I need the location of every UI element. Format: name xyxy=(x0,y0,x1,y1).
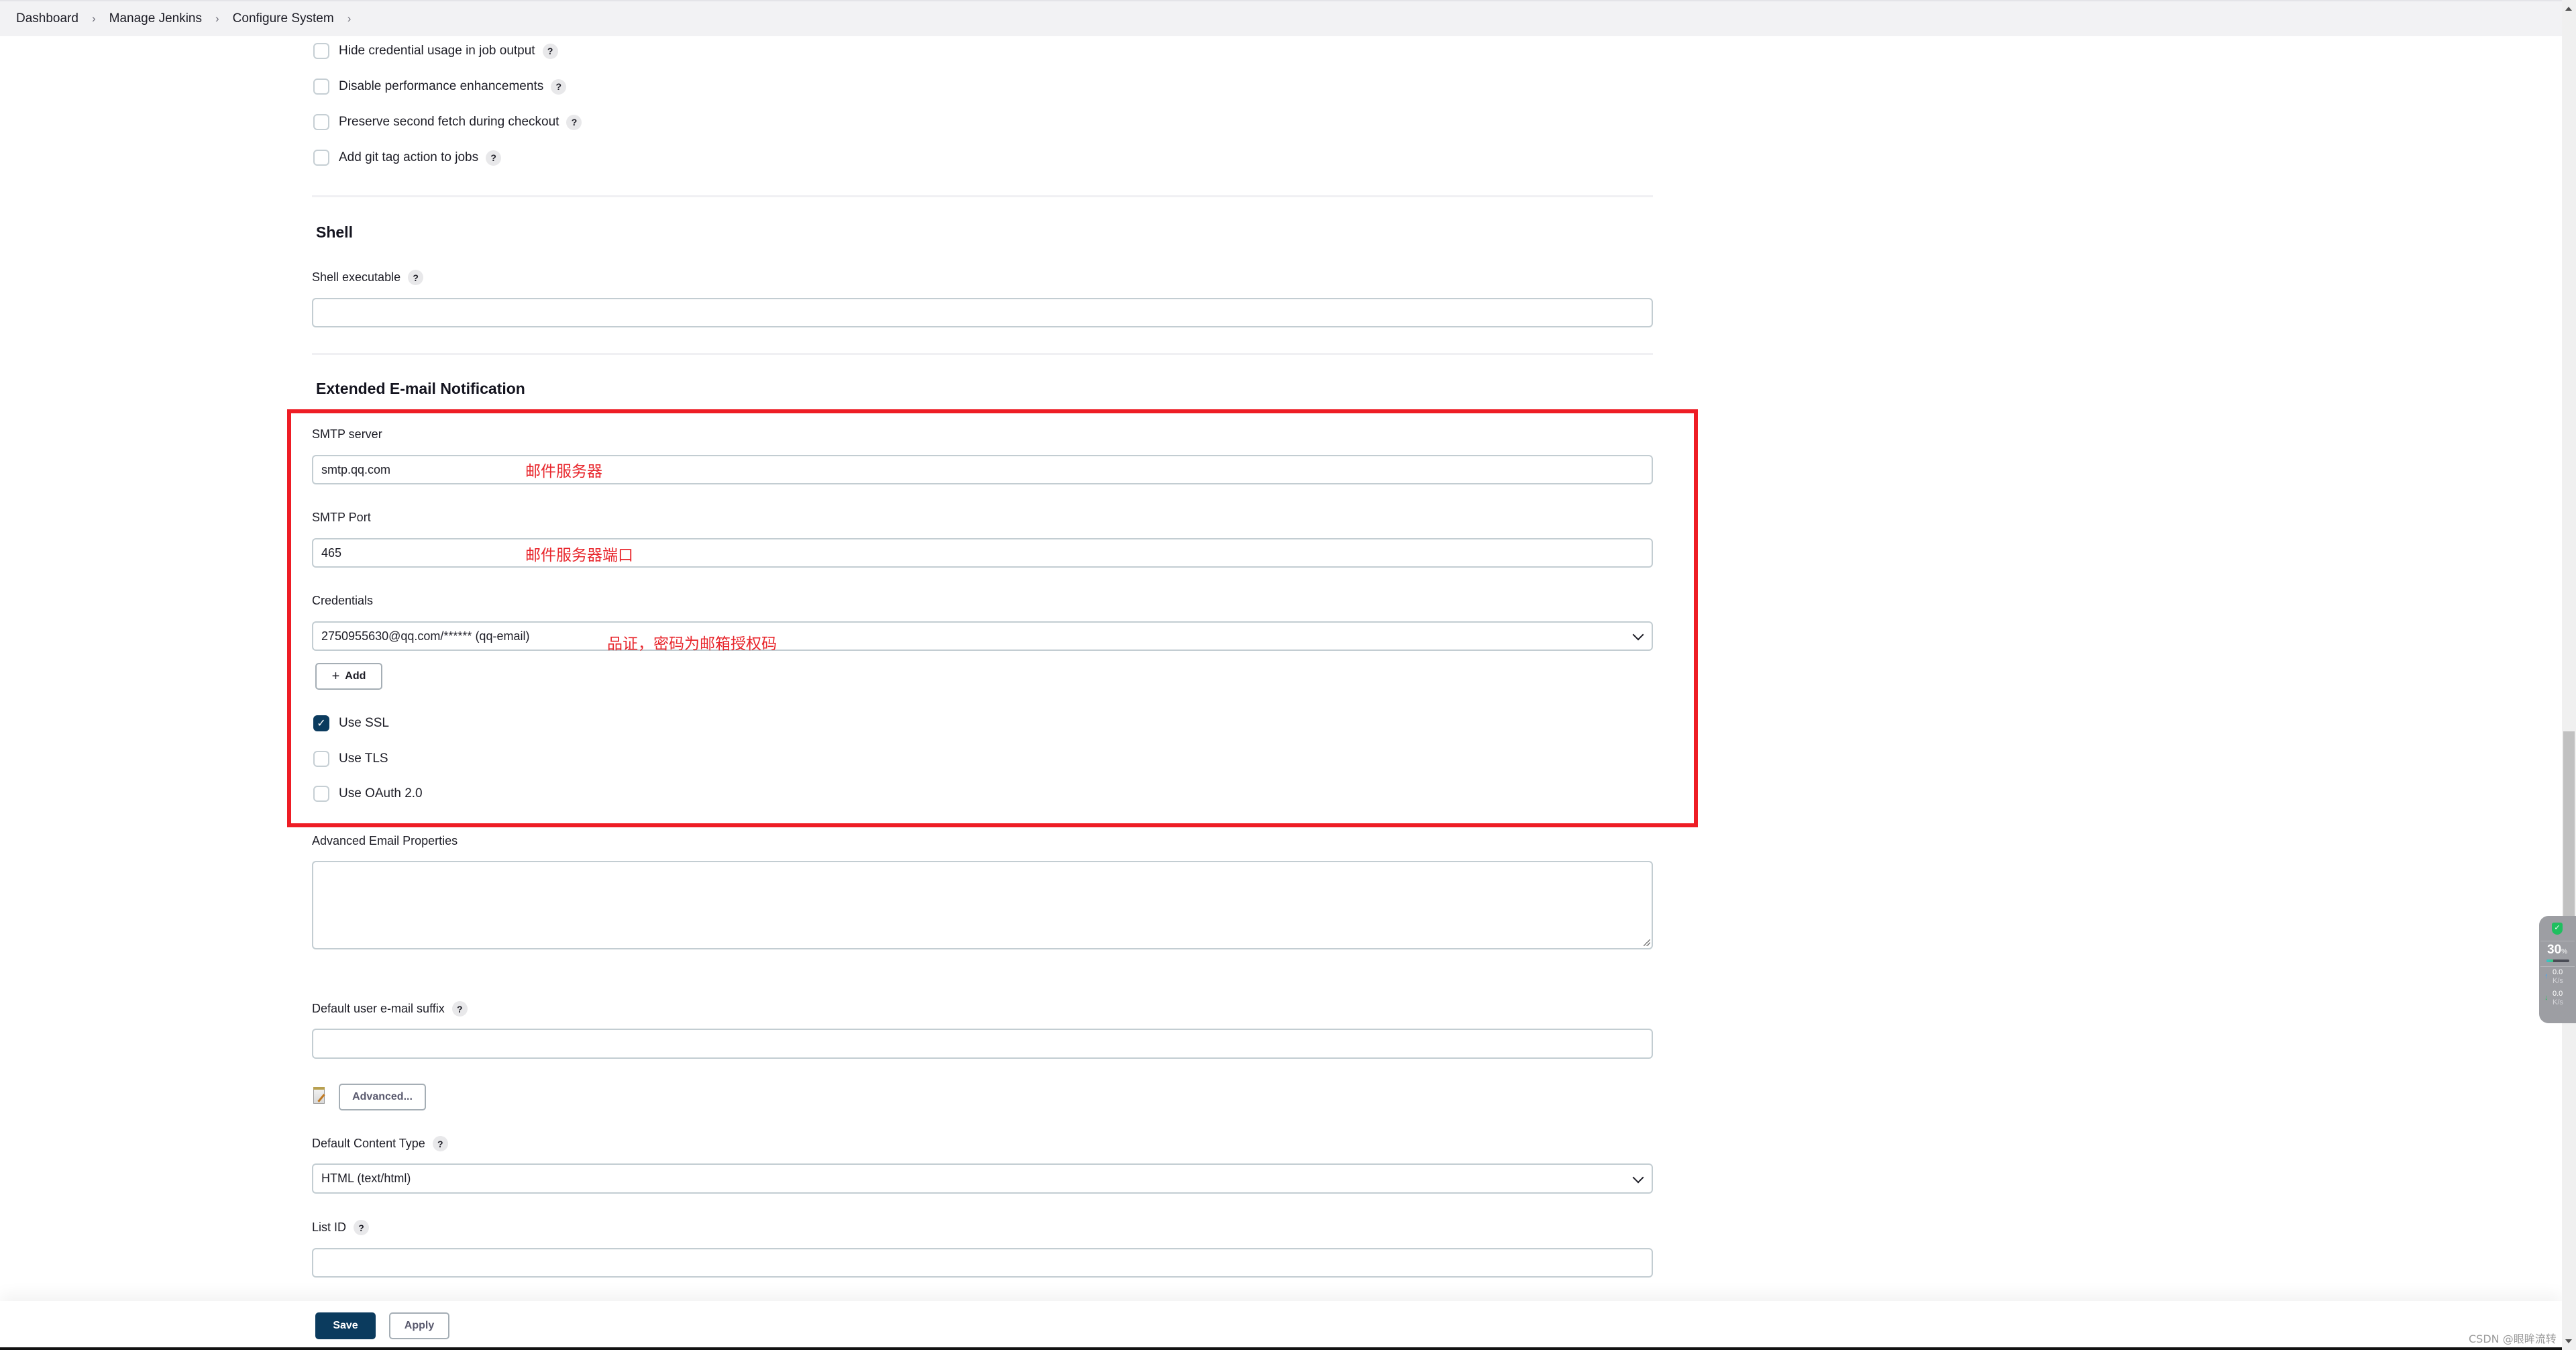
checkbox-label: Hide credential usage in job output xyxy=(339,44,535,58)
breadcrumb-configure-system[interactable]: Configure System xyxy=(233,11,334,26)
save-button[interactable]: Save xyxy=(315,1312,376,1339)
git-option-preserve-second-fetch[interactable]: Preserve second fetch during checkout ? xyxy=(313,112,582,132)
download-arrow-icon: ↓ xyxy=(2544,994,2548,1002)
checkbox-checked[interactable]: ✓ xyxy=(313,715,329,731)
download-unit: K/s xyxy=(2553,998,2563,1006)
use-tls-option[interactable]: Use TLS xyxy=(313,749,388,769)
list-id-label: List ID ? xyxy=(312,1220,370,1235)
resize-handle-icon[interactable] xyxy=(1644,939,1650,946)
upload-value: 0.0 xyxy=(2553,968,2563,976)
smtp-server-label: SMTP server xyxy=(312,427,382,441)
add-credentials-button[interactable]: + Add xyxy=(315,663,382,690)
scroll-up-arrow-icon[interactable] xyxy=(2565,7,2572,11)
breadcrumb: Dashboard › Manage Jenkins › Configure S… xyxy=(16,11,364,26)
section-divider xyxy=(312,353,1653,355)
checkbox[interactable] xyxy=(313,150,329,166)
smtp-port-label: SMTP Port xyxy=(312,511,371,524)
help-icon[interactable]: ? xyxy=(566,114,582,130)
content-type-selected-value: HTML (text/html) xyxy=(321,1172,411,1185)
smtp-port-annotation: 邮件服务器端口 xyxy=(525,547,633,564)
advanced-button[interactable]: Advanced... xyxy=(339,1084,426,1110)
usage-bar-fill xyxy=(2546,959,2554,962)
apply-button[interactable]: Apply xyxy=(389,1312,449,1339)
git-option-hide-credential[interactable]: Hide credential usage in job output ? xyxy=(313,41,558,61)
advanced-email-properties-textarea[interactable] xyxy=(312,861,1653,949)
checkbox[interactable] xyxy=(313,79,329,95)
vertical-scrollbar[interactable] xyxy=(2562,0,2576,1350)
git-option-disable-performance[interactable]: Disable performance enhancements ? xyxy=(313,76,567,97)
usage-percent: 30 xyxy=(2547,943,2562,957)
help-icon[interactable]: ? xyxy=(551,79,567,95)
credentials-annotation: 品证，密码为邮箱授权码 xyxy=(607,635,777,653)
checkbox[interactable] xyxy=(313,43,329,59)
checkbox[interactable] xyxy=(313,751,329,767)
use-oauth-option[interactable]: Use OAuth 2.0 xyxy=(313,784,423,804)
checkbox[interactable] xyxy=(313,786,329,802)
help-icon[interactable]: ? xyxy=(354,1220,370,1235)
checkbox-label: Add git tag action to jobs xyxy=(339,150,479,164)
section-divider xyxy=(312,195,1653,197)
usage-bar xyxy=(2546,959,2569,962)
help-icon[interactable]: ? xyxy=(486,150,502,166)
widget-divider xyxy=(2540,966,2575,967)
checkbox-label: Use OAuth 2.0 xyxy=(339,786,423,800)
download-rate: 0.0 K/s xyxy=(2553,990,2563,1007)
help-icon[interactable]: ? xyxy=(542,43,558,59)
help-icon[interactable]: ? xyxy=(451,1001,468,1017)
usage-percent-unit: % xyxy=(2561,948,2568,955)
chevron-right-icon: › xyxy=(215,12,219,25)
checkbox-label: Use TLS xyxy=(339,751,388,766)
breadcrumb-bar: Dashboard › Manage Jenkins › Configure S… xyxy=(0,0,2562,36)
smtp-server-annotation: 邮件服务器 xyxy=(525,463,602,480)
plus-icon: + xyxy=(331,668,340,684)
checkbox[interactable] xyxy=(313,114,329,130)
advanced-email-properties-label: Advanced Email Properties xyxy=(312,834,458,847)
upload-rate: 0.0 K/s xyxy=(2553,968,2563,986)
scroll-down-arrow-icon[interactable] xyxy=(2565,1339,2572,1343)
download-value: 0.0 xyxy=(2553,990,2563,998)
notepad-icon xyxy=(313,1087,325,1104)
credentials-selected-value: 2750955630@qq.com/****** (qq-email) xyxy=(321,629,530,643)
network-monitor-widget[interactable]: ✓ 30% ↑ 0.0 K/s ↓ 0.0 K/s xyxy=(2539,916,2576,1023)
form-footer-bar xyxy=(0,1301,2562,1347)
shell-section-title: Shell xyxy=(316,223,353,241)
smtp-port-input[interactable]: 465 xyxy=(312,538,1653,568)
smtp-server-input[interactable]: smtp.qq.com xyxy=(312,455,1653,484)
label-text: List ID xyxy=(312,1221,347,1234)
csdn-watermark: CSDN @眼眸流转 xyxy=(2469,1333,2557,1345)
breadcrumb-manage-jenkins[interactable]: Manage Jenkins xyxy=(109,11,202,26)
chevron-right-icon: › xyxy=(91,12,96,25)
shell-executable-label: Shell executable ? xyxy=(312,270,424,285)
help-icon[interactable]: ? xyxy=(432,1136,448,1151)
add-button-label: Add xyxy=(345,670,366,682)
chevron-right-icon[interactable]: › xyxy=(347,12,352,25)
cpu-usage-readout: 30% xyxy=(2547,943,2567,957)
credentials-select[interactable]: 2750955630@qq.com/****** (qq-email) xyxy=(312,621,1653,651)
chevron-down-icon xyxy=(1632,1172,1644,1183)
default-suffix-input[interactable] xyxy=(312,1029,1653,1059)
default-content-type-select[interactable]: HTML (text/html) xyxy=(312,1163,1653,1194)
use-ssl-option[interactable]: ✓ Use SSL xyxy=(313,713,389,733)
default-content-type-label: Default Content Type ? xyxy=(312,1136,448,1151)
shell-executable-input[interactable] xyxy=(312,298,1653,327)
help-icon[interactable]: ? xyxy=(408,270,424,285)
checkbox-label: Preserve second fetch during checkout xyxy=(339,115,559,129)
label-text: Shell executable xyxy=(312,270,401,284)
list-id-input[interactable] xyxy=(312,1248,1653,1278)
upload-arrow-icon: ↑ xyxy=(2544,972,2548,980)
git-option-add-tag-action[interactable]: Add git tag action to jobs ? xyxy=(313,148,502,168)
label-text: Default user e-mail suffix xyxy=(312,1002,445,1015)
shield-check-icon: ✓ xyxy=(2552,923,2563,935)
chevron-down-icon xyxy=(1632,629,1644,641)
breadcrumb-dashboard[interactable]: Dashboard xyxy=(16,11,78,26)
checkbox-label: Use SSL xyxy=(339,716,389,730)
default-suffix-label: Default user e-mail suffix ? xyxy=(312,1001,468,1017)
credentials-label: Credentials xyxy=(312,594,374,607)
label-text: Default Content Type xyxy=(312,1137,425,1150)
upload-unit: K/s xyxy=(2553,977,2563,985)
checkbox-label: Disable performance enhancements xyxy=(339,79,544,93)
window-bottom-edge xyxy=(0,1347,2576,1350)
email-ext-section-title: Extended E-mail Notification xyxy=(316,380,525,397)
